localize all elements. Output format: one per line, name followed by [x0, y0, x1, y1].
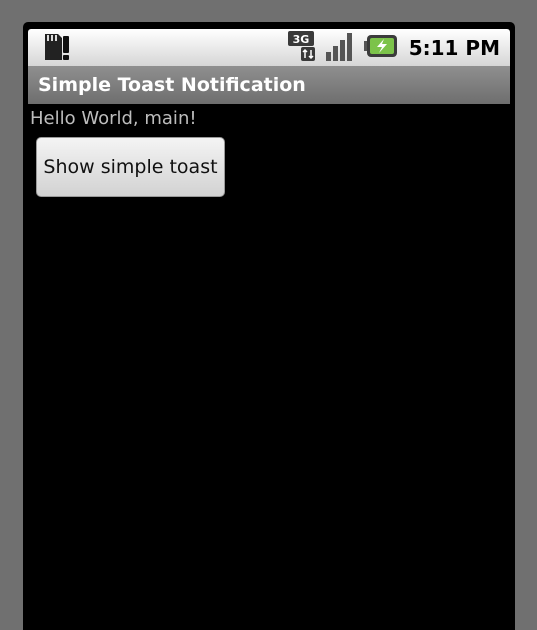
hello-text: Hello World, main! — [30, 108, 197, 129]
phone-screen: 3G 5:11 PM Simple Toast Notification Hel… — [23, 22, 515, 630]
3g-data-icon: 3G — [287, 30, 318, 67]
sd-card-alert-icon — [42, 34, 72, 66]
title-bar: Simple Toast Notification — [28, 66, 510, 104]
svg-text:3G: 3G — [292, 33, 309, 46]
status-right: 3G 5:11 PM — [287, 30, 500, 67]
app-title: Simple Toast Notification — [38, 74, 306, 96]
status-clock: 5:11 PM — [408, 36, 500, 60]
status-left — [42, 32, 72, 67]
status-bar: 3G 5:11 PM — [28, 29, 510, 66]
show-toast-button[interactable]: Show simple toast — [36, 137, 225, 197]
battery-charging-icon — [363, 33, 398, 64]
device-frame: 3G 5:11 PM Simple Toast Notification Hel… — [0, 0, 537, 630]
signal-strength-icon — [325, 30, 357, 67]
